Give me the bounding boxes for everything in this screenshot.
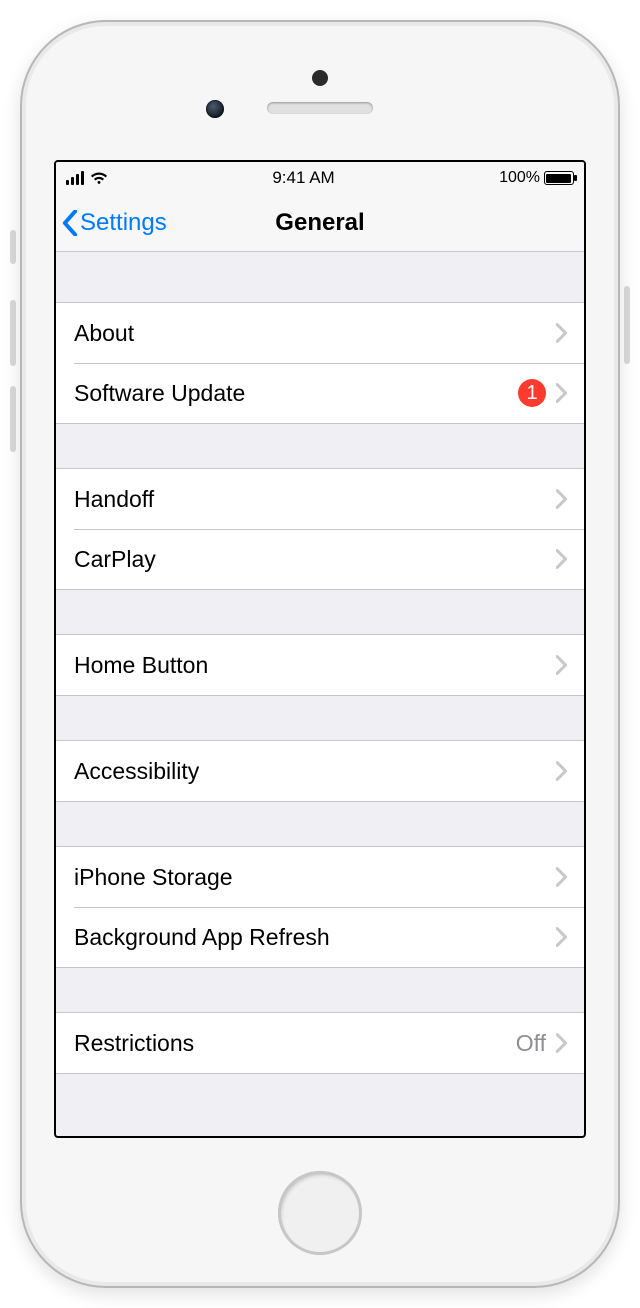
home-button-hardware (278, 1171, 362, 1255)
row-label: Software Update (74, 380, 518, 407)
settings-group: Home Button (56, 634, 584, 696)
row-iphone-storage[interactable]: iPhone Storage (56, 847, 584, 907)
settings-group: RestrictionsOff (56, 1012, 584, 1074)
ringer-switch (10, 230, 16, 264)
row-home-button[interactable]: Home Button (56, 635, 584, 695)
settings-group: Accessibility (56, 740, 584, 802)
row-label: iPhone Storage (74, 864, 556, 891)
row-software-update[interactable]: Software Update1 (56, 363, 584, 423)
chevron-right-icon (556, 383, 568, 403)
chevron-right-icon (556, 761, 568, 781)
row-label: CarPlay (74, 546, 556, 573)
section-gap (56, 802, 584, 846)
row-restrictions[interactable]: RestrictionsOff (56, 1013, 584, 1073)
back-label: Settings (80, 209, 167, 237)
battery-icon (544, 171, 574, 185)
earpiece-speaker (267, 102, 373, 114)
status-bar: 9:41 AM 100% (56, 162, 584, 194)
cellular-signal-icon (66, 171, 84, 185)
row-background-app-refresh[interactable]: Background App Refresh (56, 907, 584, 967)
notification-badge: 1 (518, 379, 546, 407)
row-label: Background App Refresh (74, 924, 556, 951)
chevron-right-icon (556, 927, 568, 947)
bezel-bottom (20, 1138, 620, 1288)
settings-table[interactable]: About Software Update1 Handoff CarPlay Home … (56, 252, 584, 1136)
chevron-right-icon (556, 549, 568, 569)
settings-group: About Software Update1 (56, 302, 584, 424)
volume-down-button (10, 386, 16, 452)
power-button (624, 286, 630, 364)
bezel-top (20, 20, 620, 160)
settings-group: Handoff CarPlay (56, 468, 584, 590)
front-camera (206, 100, 224, 118)
section-gap (56, 424, 584, 468)
row-value: Off (516, 1030, 546, 1057)
row-label: Restrictions (74, 1030, 516, 1057)
section-gap (56, 252, 584, 302)
section-gap (56, 696, 584, 740)
row-label: Accessibility (74, 758, 556, 785)
back-button[interactable]: Settings (56, 209, 167, 237)
chevron-right-icon (556, 323, 568, 343)
proximity-sensor (312, 70, 328, 86)
chevron-right-icon (556, 489, 568, 509)
wifi-icon (90, 172, 108, 185)
row-about[interactable]: About (56, 303, 584, 363)
chevron-right-icon (556, 1033, 568, 1053)
row-handoff[interactable]: Handoff (56, 469, 584, 529)
settings-group: iPhone Storage Background App Refresh (56, 846, 584, 968)
row-carplay[interactable]: CarPlay (56, 529, 584, 589)
battery-percent: 100% (499, 169, 540, 187)
volume-up-button (10, 300, 16, 366)
iphone-frame: 9:41 AM 100% Settings General About Softw… (20, 20, 620, 1288)
status-time: 9:41 AM (272, 168, 334, 188)
chevron-left-icon (62, 210, 78, 236)
chevron-right-icon (556, 655, 568, 675)
row-label: Home Button (74, 652, 556, 679)
row-label: Handoff (74, 486, 556, 513)
chevron-right-icon (556, 867, 568, 887)
nav-bar: Settings General (56, 194, 584, 252)
screen: 9:41 AM 100% Settings General About Softw… (54, 160, 586, 1138)
row-label: About (74, 320, 556, 347)
section-gap (56, 968, 584, 1012)
section-gap (56, 590, 584, 634)
row-accessibility[interactable]: Accessibility (56, 741, 584, 801)
